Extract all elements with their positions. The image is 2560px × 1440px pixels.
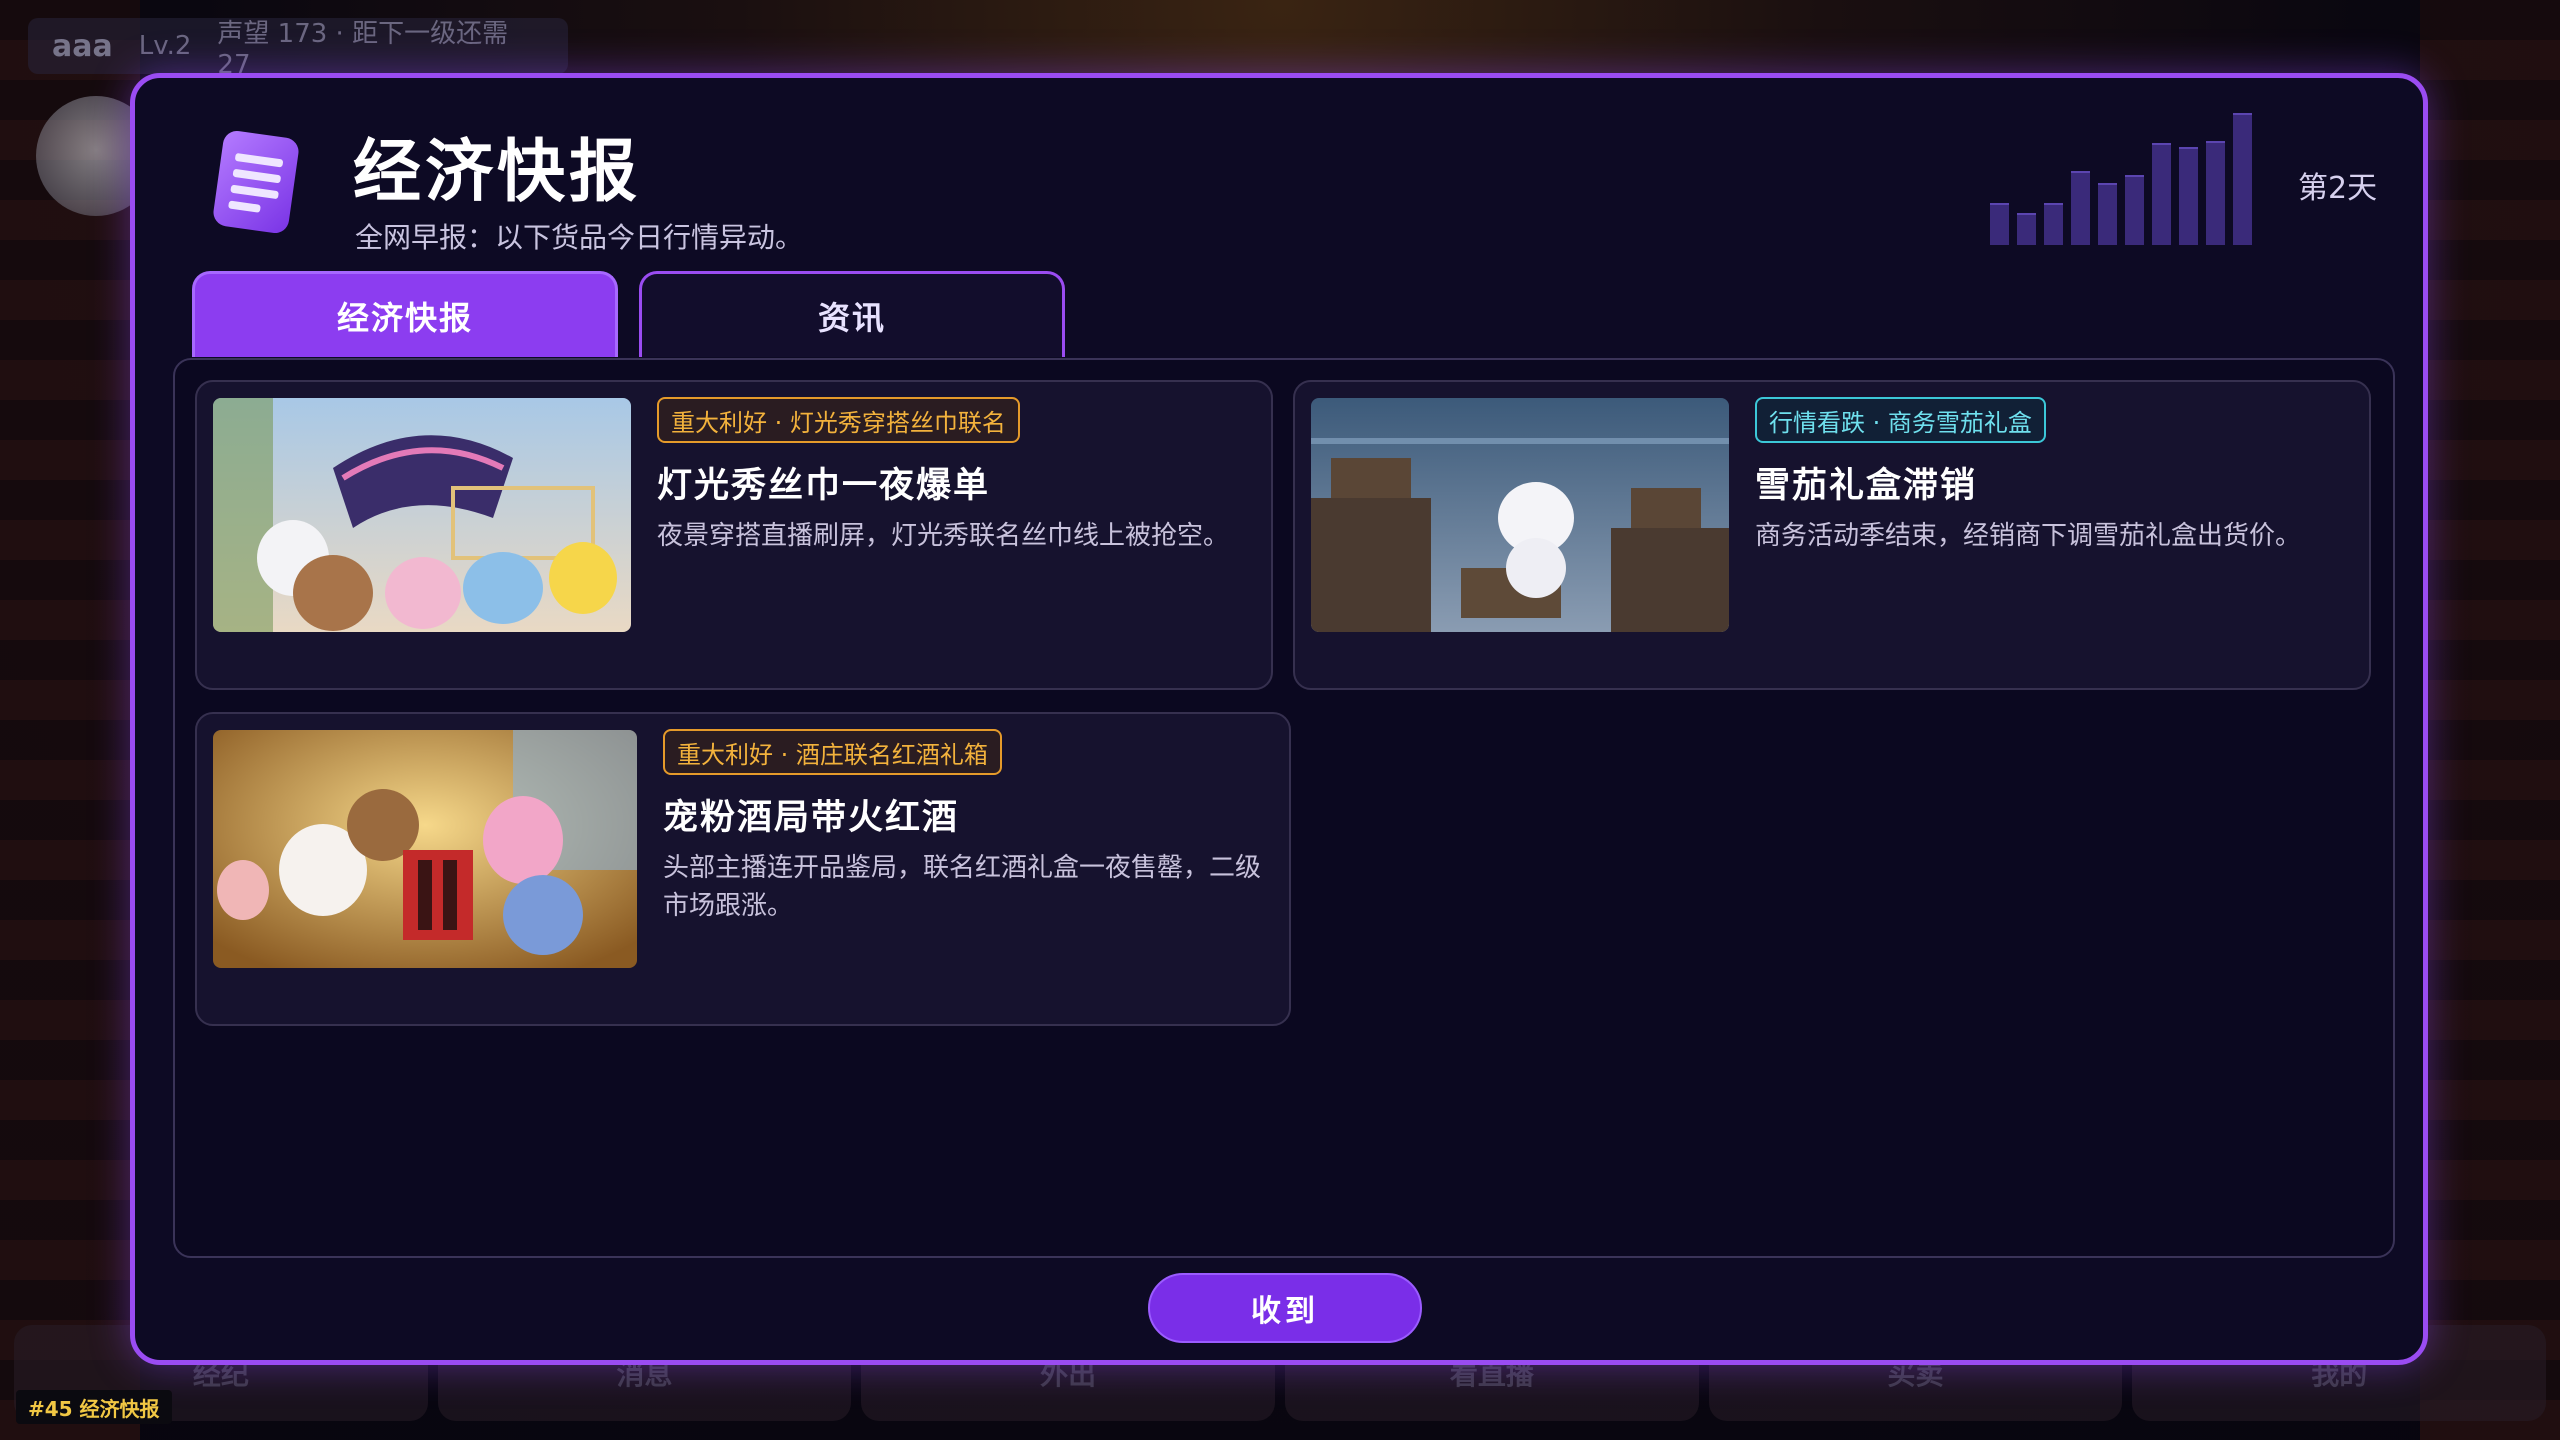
receive-button[interactable]: 收到 bbox=[1148, 1273, 1422, 1343]
player-hud: aaa Lv.2 声望 173 · 距下一级还需 27 bbox=[28, 18, 568, 80]
report-description: 头部主播连开品鉴局，联名红酒礼盒一夜售罄，二级市场跟涨。 bbox=[663, 853, 1262, 921]
market-trend-decor bbox=[1990, 113, 2266, 245]
trend-bar bbox=[2044, 203, 2063, 245]
tab-economy-report[interactable]: 经济快报 bbox=[192, 271, 618, 357]
modal-subtitle: 全网早报：以下货品今日行情异动。 bbox=[355, 221, 804, 254]
trend-bar bbox=[2152, 143, 2171, 245]
report-title: 灯光秀丝巾一夜爆单 bbox=[657, 466, 991, 506]
report-image-wine-party bbox=[213, 730, 637, 968]
status-badge: 重大利好 · 灯光秀穿搭丝巾联名 bbox=[657, 397, 1020, 443]
trend-bar bbox=[2179, 147, 2198, 245]
report-title: 宠粉酒局带火红酒 bbox=[663, 798, 960, 838]
player-reputation: 声望 173 · 距下一级还需 27 bbox=[217, 18, 509, 80]
trend-bar bbox=[2017, 213, 2036, 245]
report-description: 商务活动季结束，经销商下调雪茄礼盒出货价。 bbox=[1755, 521, 2302, 551]
trend-bar bbox=[1990, 203, 2009, 245]
economy-report-modal: 经济快报 全网早报：以下货品今日行情异动。 第2天 经济快报 资讯 重大利好 ·… bbox=[130, 73, 2428, 1365]
report-description: 夜景穿搭直播刷屏，灯光秀联名丝巾线上被抢空。 bbox=[657, 521, 1230, 551]
document-icon bbox=[213, 130, 299, 234]
report-card[interactable]: 行情看跌 · 商务雪茄礼盒 雪茄礼盒滞销 商务活动季结束，经销商下调雪茄礼盒出货… bbox=[1293, 380, 2371, 690]
status-badge: 行情看跌 · 商务雪茄礼盒 bbox=[1755, 397, 2046, 443]
trend-bar bbox=[2125, 175, 2144, 245]
trend-bar bbox=[2206, 141, 2225, 245]
report-list: 重大利好 · 灯光秀穿搭丝巾联名 灯光秀丝巾一夜爆单 夜景穿搭直播刷屏，灯光秀联… bbox=[173, 358, 2395, 1258]
tab-news[interactable]: 资讯 bbox=[639, 271, 1065, 357]
report-title: 雪茄礼盒滞销 bbox=[1755, 466, 1978, 506]
status-badge: 重大利好 · 酒庄联名红酒礼箱 bbox=[663, 729, 1002, 775]
debug-tag: #45 经济快报 bbox=[16, 1390, 172, 1424]
report-image-cigar-warehouse bbox=[1311, 398, 1729, 632]
trend-bar bbox=[2071, 171, 2090, 245]
player-level: Lv.2 bbox=[138, 31, 192, 61]
player-name: aaa bbox=[52, 28, 113, 64]
background-right-decor bbox=[2420, 0, 2560, 1440]
background-left-decor bbox=[0, 0, 140, 1440]
modal-title: 经济快报 bbox=[353, 133, 642, 212]
trend-bar bbox=[2233, 113, 2252, 245]
report-image-scarf-show bbox=[213, 398, 631, 632]
day-counter: 第2天 bbox=[2298, 171, 2378, 206]
trend-bar bbox=[2098, 183, 2117, 245]
report-card[interactable]: 重大利好 · 灯光秀穿搭丝巾联名 灯光秀丝巾一夜爆单 夜景穿搭直播刷屏，灯光秀联… bbox=[195, 380, 1273, 690]
report-card[interactable]: 重大利好 · 酒庄联名红酒礼箱 宠粉酒局带火红酒 头部主播连开品鉴局，联名红酒礼… bbox=[195, 712, 1291, 1026]
